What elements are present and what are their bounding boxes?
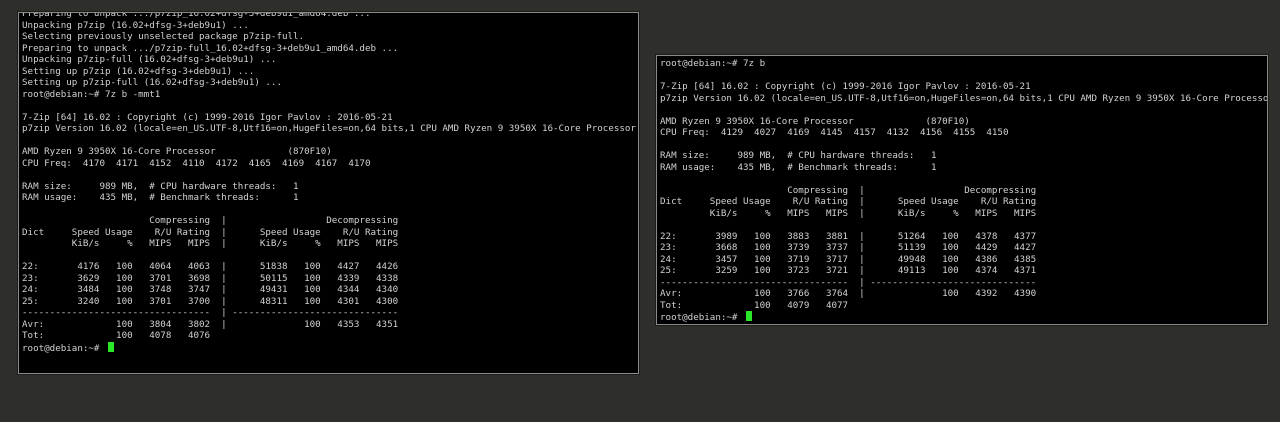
terminal-line: Setting up p7zip (16.02+dfsg-3+deb9u1) .…: [22, 65, 255, 77]
terminal-line: root@debian:~# 7z b: [660, 58, 766, 69]
terminal-line: ---------------------------------- | ---…: [660, 276, 1037, 288]
terminal-line: 23: 3668 100 3739 3737 | 51139 100 4429 …: [660, 242, 1037, 253]
terminal-line: Avr: 100 3766 3764 | 100 4392 4390: [660, 288, 1037, 299]
text-cursor: [745, 311, 752, 321]
terminal-line: 7-Zip [64] 16.02 : Copyright (c) 1999-20…: [22, 111, 393, 123]
terminal-line: Unpacking p7zip-full (16.02+dfsg-3+deb9u…: [22, 54, 277, 65]
terminal-line: Compressing | Decompressing: [22, 215, 399, 226]
terminal-line: RAM size: 989 MB, # CPU hardware threads…: [660, 150, 937, 161]
terminal-line: Unpacking p7zip (16.02+dfsg-3+deb9u1) ..…: [22, 19, 249, 31]
terminal-line: RAM usage: 435 MB, # Benchmark threads: …: [660, 161, 937, 173]
terminal-line: CPU Freq: 4170 4171 4152 4110 4172 4165 …: [22, 157, 371, 169]
terminal-prompt-line[interactable]: root@debian:~#: [22, 341, 636, 354]
terminal-line: p7zip Version 16.02 (locale=en_US.UTF-8,…: [22, 123, 636, 134]
text-cursor: [107, 341, 114, 352]
terminal-output-left: Preparing to unpack .../p7zip_16.02+dfsg…: [22, 12, 636, 354]
terminal-line: KiB/s % MIPS MIPS | KiB/s % MIPS MIPS: [660, 207, 1037, 219]
terminal-output-right: root@debian:~# 7z b 7-Zip [64] 16.02 : Co…: [660, 58, 1268, 323]
terminal-line: 24: 3457 100 3719 3717 | 49948 100 4386 …: [660, 253, 1037, 265]
terminal-line: Tot: 100 4078 4076: [22, 330, 211, 341]
shell-prompt: root@debian:~#: [660, 312, 743, 323]
terminal-window-right[interactable]: root@debian:~# 7z b 7-Zip [64] 16.02 : Co…: [656, 55, 1268, 325]
terminal-line: 25: 3259 100 3723 3721 | 49113 100 4374 …: [660, 265, 1037, 276]
terminal-line: Preparing to unpack .../p7zip_16.02+dfsg…: [22, 12, 371, 19]
terminal-line: 22: 3989 100 3883 3881 | 51264 100 4378 …: [660, 230, 1037, 242]
shell-prompt: root@debian:~#: [22, 342, 105, 354]
terminal-line: Compressing | Decompressing: [660, 184, 1037, 196]
terminal-line: Preparing to unpack .../p7zip-full_16.02…: [22, 42, 399, 54]
terminal-line: Selecting previously unselected package …: [22, 31, 305, 42]
terminal-line: Dict Speed Usage R/U Rating | Speed Usag…: [660, 196, 1037, 207]
terminal-line: CPU Freq: 4129 4027 4169 4145 4157 4132 …: [660, 127, 1009, 138]
terminal-line: RAM usage: 435 MB, # Benchmark threads: …: [22, 192, 299, 203]
terminal-line: 7-Zip [64] 16.02 : Copyright (c) 1999-20…: [660, 81, 1031, 92]
terminal-window-left[interactable]: Preparing to unpack .../p7zip_16.02+dfsg…: [18, 12, 639, 374]
terminal-line: RAM size: 989 MB, # CPU hardware threads…: [22, 180, 299, 192]
terminal-line: p7zip Version 16.02 (locale=en_US.UTF-8,…: [660, 92, 1268, 104]
terminal-line: 23: 3629 100 3701 3698 | 50115 100 4339 …: [22, 272, 399, 284]
terminal-line: Tot: 100 4079 4077: [660, 299, 849, 311]
terminal-line: KiB/s % MIPS MIPS | KiB/s % MIPS MIPS: [22, 238, 399, 249]
terminal-prompt-line[interactable]: root@debian:~#: [660, 311, 1267, 323]
terminal-line: 22: 4176 100 4064 4063 | 51838 100 4427 …: [22, 261, 399, 272]
terminal-line: ---------------------------------- | ---…: [22, 307, 399, 318]
terminal-line: AMD Ryzen 9 3950X 16-Core Processor (870…: [22, 146, 332, 157]
terminal-line: Avr: 100 3804 3802 | 100 4353 4351: [22, 318, 399, 330]
terminal-line: Dict Speed Usage R/U Rating | Speed Usag…: [22, 226, 399, 238]
terminal-line: AMD Ryzen 9 3950X 16-Core Processor (870…: [660, 115, 970, 127]
terminal-line: 25: 3240 100 3701 3700 | 48311 100 4301 …: [22, 295, 399, 307]
terminal-line: root@debian:~# 7z b -mmt1: [22, 88, 161, 100]
terminal-line: 24: 3484 100 3748 3747 | 49431 100 4344 …: [22, 284, 399, 295]
terminal-line: Setting up p7zip-full (16.02+dfsg-3+deb9…: [22, 77, 282, 88]
